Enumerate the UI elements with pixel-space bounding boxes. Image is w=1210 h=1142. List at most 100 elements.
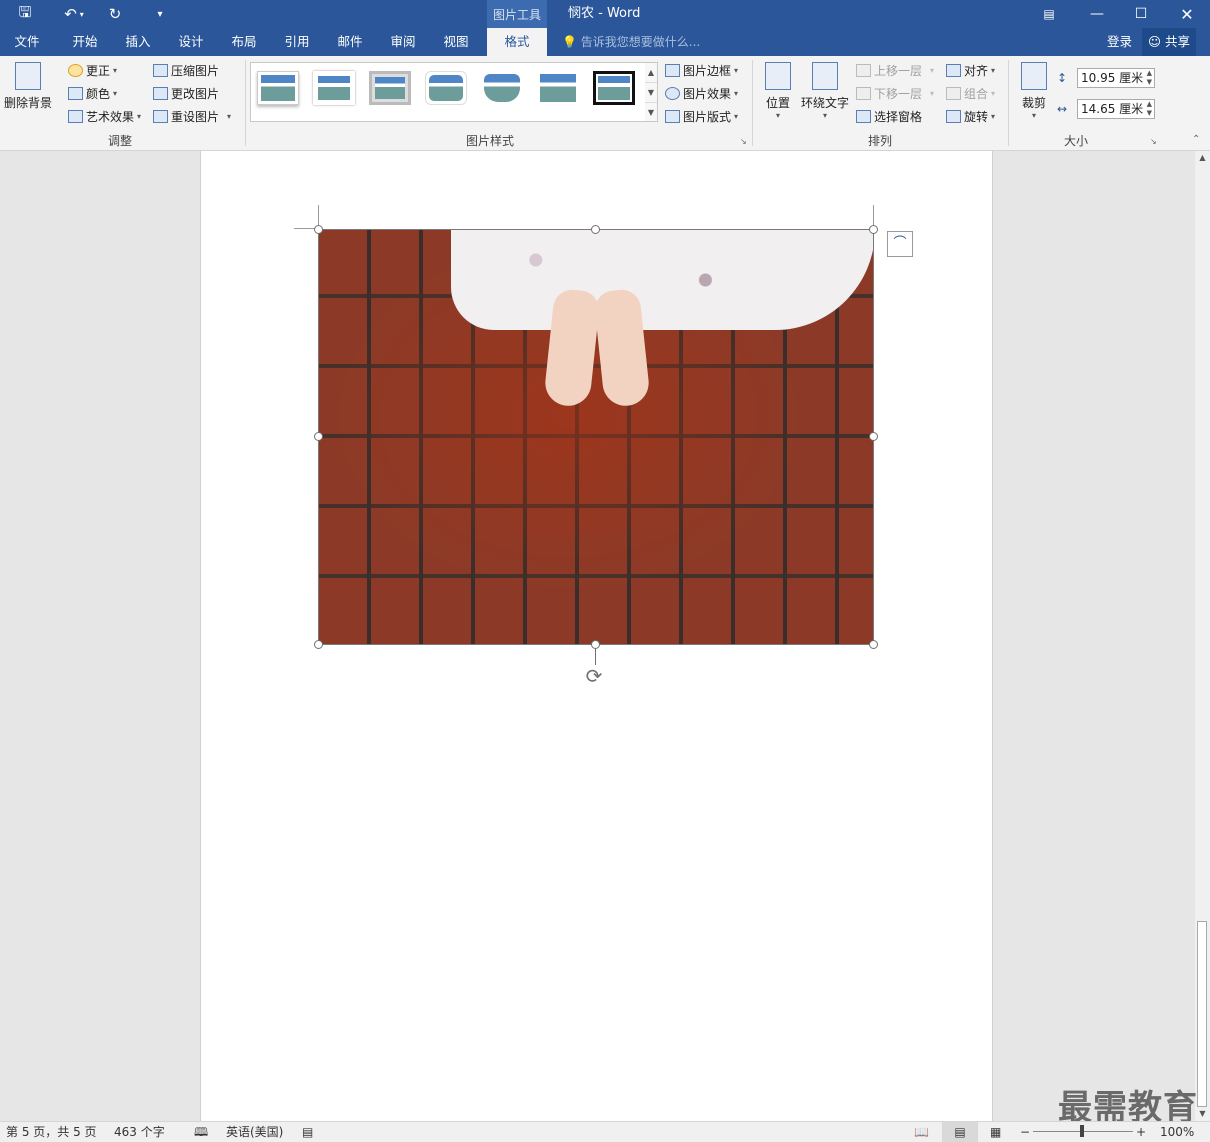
send-backward-button[interactable]: 下移一层 ▾ — [856, 83, 934, 103]
gallery-more-icon[interactable]: ▼ — [645, 103, 657, 122]
read-mode-icon[interactable]: 📖 — [914, 1122, 929, 1142]
crop-button[interactable]: 裁剪 ▾ — [1016, 62, 1052, 120]
align-label: 对齐 — [964, 63, 989, 78]
picture-tools-context-label: 图片工具 — [487, 0, 547, 28]
zoom-slider-knob[interactable] — [1080, 1125, 1084, 1137]
width-icon: ↔ — [1057, 102, 1068, 116]
macro-recording-icon[interactable]: ▤ — [302, 1122, 313, 1142]
wrap-text-button[interactable]: 环绕文字 ▾ — [800, 62, 850, 120]
resize-handle[interactable] — [869, 225, 878, 234]
share-label: 共享 — [1165, 34, 1191, 49]
group-label: 组合 — [964, 86, 989, 101]
maximize-icon[interactable]: ☐ — [1118, 0, 1164, 28]
rotate-button[interactable]: 旋转 ▾ — [946, 106, 995, 126]
align-button[interactable]: 对齐 ▾ — [946, 60, 995, 80]
minimize-icon[interactable]: — — [1074, 0, 1120, 28]
height-field[interactable]: 10.95 厘米 ▲ ▼ — [1077, 68, 1155, 88]
tell-me-search[interactable]: 💡 告诉我您想要做什么... — [562, 28, 700, 56]
vertical-scrollbar[interactable]: ▲ ▼ — [1195, 151, 1210, 1121]
picture-effects-button[interactable]: 图片效果 ▾ — [665, 83, 738, 103]
tab-references[interactable]: 引用 — [274, 28, 320, 56]
position-button[interactable]: 位置 ▾ — [762, 62, 794, 120]
width-field[interactable]: 14.65 厘米 ▲ ▼ — [1077, 99, 1155, 119]
resize-handle[interactable] — [591, 640, 600, 649]
scroll-thumb[interactable] — [1197, 921, 1207, 1107]
zoom-out-icon[interactable]: − — [1020, 1122, 1030, 1142]
picture-border-button[interactable]: 图片边框 ▾ — [665, 60, 738, 80]
selection-pane-button[interactable]: 选择窗格 — [856, 106, 922, 126]
tab-mailings[interactable]: 邮件 — [327, 28, 373, 56]
reset-picture-button[interactable]: 重设图片 ▾ — [153, 106, 231, 126]
proofing-icon[interactable]: 🕮 — [194, 1122, 208, 1142]
corrections-icon — [68, 63, 83, 77]
size-launcher-icon[interactable]: ↘ — [1150, 138, 1158, 146]
picture-layout-button[interactable]: 图片版式 ▾ — [665, 106, 738, 126]
page-count[interactable]: 第 5 页，共 5 页 — [6, 1122, 97, 1142]
resize-handle[interactable] — [591, 225, 600, 234]
selected-picture[interactable] — [318, 229, 874, 645]
resize-handle[interactable] — [314, 225, 323, 234]
remove-background-label: 删除背景 — [4, 96, 53, 110]
style-thumb[interactable] — [425, 71, 467, 105]
height-spinner[interactable]: ▲ ▼ — [1147, 69, 1152, 87]
wrap-text-icon — [812, 62, 838, 90]
bring-forward-button[interactable]: 上移一层 ▾ — [856, 60, 934, 80]
undo-icon[interactable]: ↶ ▾ — [56, 0, 92, 28]
corrections-button[interactable]: 更正 ▾ — [68, 60, 117, 80]
resize-handle[interactable] — [869, 432, 878, 441]
zoom-in-icon[interactable]: + — [1136, 1122, 1146, 1142]
change-picture-icon — [153, 86, 168, 100]
tab-home[interactable]: 开始 — [62, 28, 108, 56]
web-layout-icon[interactable]: ▦ — [990, 1122, 1001, 1142]
tab-design[interactable]: 设计 — [168, 28, 214, 56]
login-link[interactable]: 登录 — [1107, 28, 1132, 56]
width-spinner[interactable]: ▲ ▼ — [1147, 100, 1152, 118]
group-button[interactable]: 组合 ▾ — [946, 83, 995, 103]
compress-pictures-button[interactable]: 压缩图片 — [153, 60, 219, 80]
tab-insert[interactable]: 插入 — [115, 28, 161, 56]
layout-options-icon[interactable]: ⌒ — [887, 231, 913, 257]
tab-view[interactable]: 视图 — [433, 28, 479, 56]
tab-review[interactable]: 审阅 — [380, 28, 426, 56]
collapse-ribbon-icon[interactable]: ⌃ — [1192, 135, 1200, 145]
tab-file[interactable]: 文件 — [4, 28, 50, 56]
save-icon[interactable]: 🖫 — [14, 0, 36, 28]
crop-label: 裁剪 — [1021, 96, 1046, 110]
rotation-handle-icon[interactable]: ⟳ — [582, 664, 606, 688]
close-icon[interactable]: ✕ — [1164, 0, 1210, 28]
share-button[interactable]: ☺ 共享 — [1142, 28, 1196, 56]
resize-handle[interactable] — [314, 640, 323, 649]
style-thumb[interactable] — [313, 71, 355, 105]
change-picture-button[interactable]: 更改图片 — [153, 83, 219, 103]
tab-format[interactable]: 格式 — [487, 28, 547, 56]
title-bar: 🖫 ↶ ▾ ↻ ▾ 图片工具 悯农 - Word ▤ — ☐ ✕ — [0, 0, 1210, 28]
scroll-up-icon[interactable]: ▲ — [1195, 151, 1210, 165]
customize-quick-access-icon[interactable]: ▾ — [150, 0, 170, 28]
style-thumb[interactable] — [537, 71, 579, 105]
gallery-down-icon[interactable]: ▼ — [645, 83, 657, 103]
resize-handle[interactable] — [314, 432, 323, 441]
remove-background-button[interactable]: 删除背景 — [4, 62, 52, 111]
color-button[interactable]: 颜色 ▾ — [68, 83, 117, 103]
lightbulb-icon: 💡 — [562, 35, 577, 49]
corrections-label: 更正 — [86, 63, 111, 78]
style-thumb[interactable] — [369, 71, 411, 105]
style-thumb[interactable] — [481, 71, 523, 105]
picture-styles-gallery[interactable] — [250, 62, 646, 122]
style-thumb[interactable] — [257, 71, 299, 105]
reset-picture-label: 重设图片 — [171, 109, 220, 124]
ribbon-display-options-icon[interactable]: ▤ — [1026, 0, 1072, 28]
artistic-effects-button[interactable]: 艺术效果 ▾ — [68, 106, 141, 126]
gallery-up-icon[interactable]: ▲ — [645, 63, 657, 83]
print-layout-icon[interactable]: ▤ — [942, 1122, 978, 1142]
picture-styles-launcher-icon[interactable]: ↘ — [740, 138, 748, 146]
redo-icon[interactable]: ↻ — [104, 0, 126, 28]
resize-handle[interactable] — [869, 640, 878, 649]
reset-picture-icon — [153, 109, 168, 123]
language[interactable]: 英语(美国) — [226, 1122, 283, 1142]
style-thumb[interactable] — [593, 71, 635, 105]
tab-layout[interactable]: 布局 — [221, 28, 267, 56]
zoom-level[interactable]: 100% — [1160, 1122, 1194, 1142]
word-count[interactable]: 463 个字 — [114, 1122, 165, 1142]
gallery-scroll[interactable]: ▲ ▼ ▼ — [645, 62, 658, 122]
